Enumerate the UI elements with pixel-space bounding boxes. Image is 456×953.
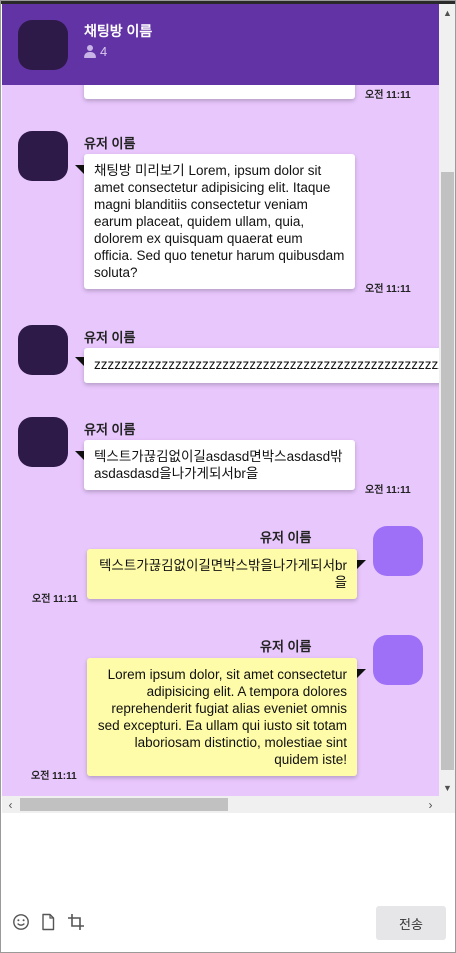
member-count[interactable]: 4 <box>84 44 107 59</box>
message-bubble: 텍스트가끊김없이길asdasd면박스asdasd밖asdasdasd을나가게되서… <box>84 440 355 490</box>
vertical-scroll-thumb[interactable] <box>441 172 454 770</box>
message-time: 오전 11:11 <box>365 485 411 496</box>
bubble-tail <box>75 357 84 366</box>
chat-header: 채팅방 이름 4 <box>2 4 439 85</box>
user-name: 유저 이름 <box>260 530 312 545</box>
bubble-tail <box>75 451 84 460</box>
user-name: 유저 이름 <box>84 136 136 151</box>
user-name: 유저 이름 <box>260 639 312 654</box>
bubble-tail <box>357 669 366 678</box>
message-time: 오전 11:11 <box>32 594 78 605</box>
message-bubble: zzzzzzzzzzzzzzzzzzzzzzzzzzzzzzzzzzzzzzzz… <box>84 348 439 383</box>
bubble-tail <box>75 165 84 174</box>
send-button[interactable]: 전송 <box>376 906 446 940</box>
user-name: 유저 이름 <box>84 422 136 437</box>
message-input[interactable] <box>10 819 446 903</box>
room-name: 채팅방 이름 <box>84 23 153 39</box>
scroll-up-arrow-icon[interactable]: ▲ <box>439 4 455 21</box>
chat-window: 오전 11:11 유저 이름 채팅방 미리보기 Lorem, ipsum dol… <box>0 0 456 953</box>
my-avatar[interactable] <box>373 526 423 576</box>
user-avatar[interactable] <box>18 131 68 181</box>
user-avatar[interactable] <box>18 325 68 375</box>
message-input-area: 전송 <box>2 813 455 952</box>
my-avatar[interactable] <box>373 635 423 685</box>
user-name: 유저 이름 <box>84 330 136 345</box>
message-list[interactable]: 오전 11:11 유저 이름 채팅방 미리보기 Lorem, ipsum dol… <box>2 4 439 796</box>
scroll-left-arrow-icon[interactable]: ‹ <box>2 796 19 813</box>
room-avatar[interactable] <box>18 20 68 70</box>
vertical-scrollbar[interactable]: ▲ ▼ <box>439 4 455 796</box>
emoji-icon[interactable] <box>12 913 30 931</box>
message-bubble: 텍스트가끊김없이길면박스밖을나가게되서br을 <box>87 549 357 599</box>
message-time: 오전 11:11 <box>365 284 411 295</box>
scrollbar-corner <box>439 796 455 813</box>
file-icon[interactable] <box>39 913 57 931</box>
scroll-down-arrow-icon[interactable]: ▼ <box>439 779 455 796</box>
member-count-value: 4 <box>100 44 108 59</box>
message-bubble: Lorem ipsum dolor, sit amet consectetur … <box>87 658 357 776</box>
person-icon <box>84 45 96 58</box>
scroll-right-arrow-icon[interactable]: › <box>422 796 439 813</box>
bubble-tail <box>357 560 366 569</box>
user-avatar[interactable] <box>18 417 68 467</box>
crop-icon[interactable] <box>67 913 85 931</box>
message-bubble: 채팅방 미리보기 Lorem, ipsum dolor sit amet con… <box>84 154 355 289</box>
horizontal-scroll-thumb[interactable] <box>20 798 228 811</box>
horizontal-scrollbar[interactable]: ‹ › <box>2 796 439 813</box>
message-time: 오전 11:11 <box>31 771 77 782</box>
message-time: 오전 11:11 <box>365 90 411 101</box>
